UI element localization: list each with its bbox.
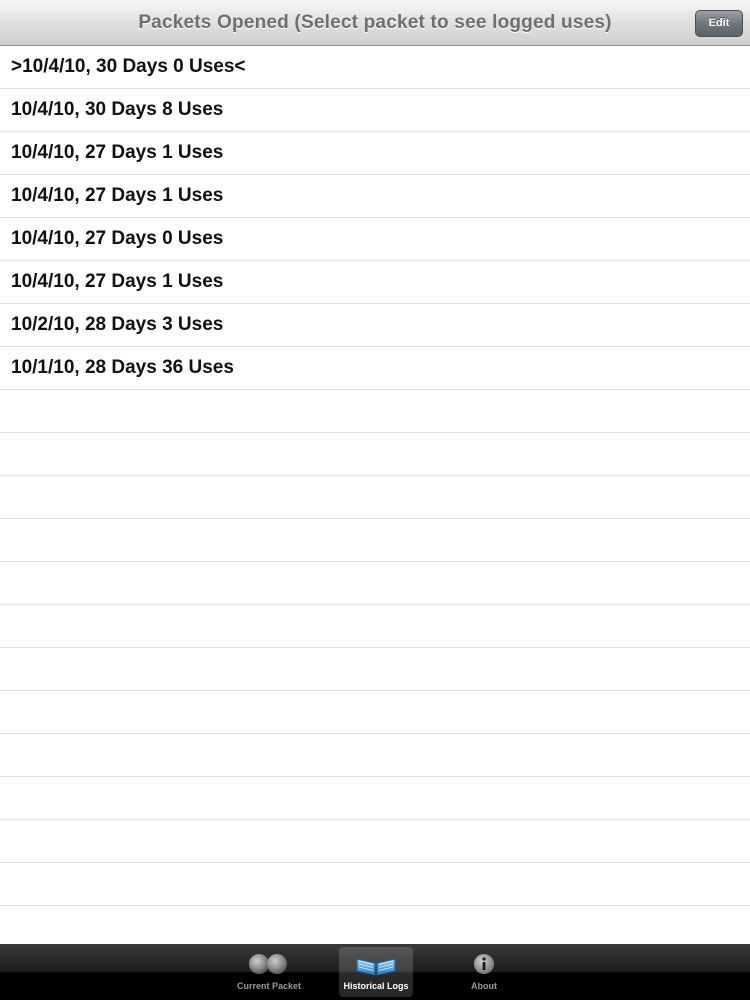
packet-row[interactable]: 10/1/10, 28 Days 36 Uses [0, 347, 750, 390]
packets-list[interactable]: >10/4/10, 30 Days 0 Uses< 10/4/10, 30 Da… [0, 46, 750, 944]
navigation-bar: Packets Opened (Select packet to see log… [0, 0, 750, 46]
packet-row[interactable]: >10/4/10, 30 Days 0 Uses< [0, 46, 750, 89]
packet-row[interactable]: 10/2/10, 28 Days 3 Uses [0, 304, 750, 347]
tab-label: About [471, 981, 497, 991]
tab-current-packet[interactable]: Current Packet [232, 947, 306, 997]
tab-historical-logs[interactable]: Historical Logs [339, 947, 413, 997]
edit-button[interactable]: Edit [695, 10, 743, 37]
packet-row[interactable]: 10/4/10, 27 Days 0 Uses [0, 218, 750, 261]
info-icon [474, 954, 494, 974]
packet-row[interactable]: 10/4/10, 27 Days 1 Uses [0, 132, 750, 175]
tab-bar: Current Packet Historical Logs About [0, 944, 750, 1000]
tab-label: Current Packet [236, 981, 302, 991]
packet-icon [249, 954, 287, 974]
packet-row[interactable]: 10/4/10, 30 Days 8 Uses [0, 89, 750, 132]
packet-row[interactable]: 10/4/10, 27 Days 1 Uses [0, 175, 750, 218]
tab-label: Historical Logs [343, 981, 409, 991]
packet-row[interactable]: 10/4/10, 27 Days 1 Uses [0, 261, 750, 304]
page-title: Packets Opened (Select packet to see log… [138, 12, 612, 33]
tab-about[interactable]: About [447, 947, 521, 997]
book-icon [356, 958, 396, 976]
